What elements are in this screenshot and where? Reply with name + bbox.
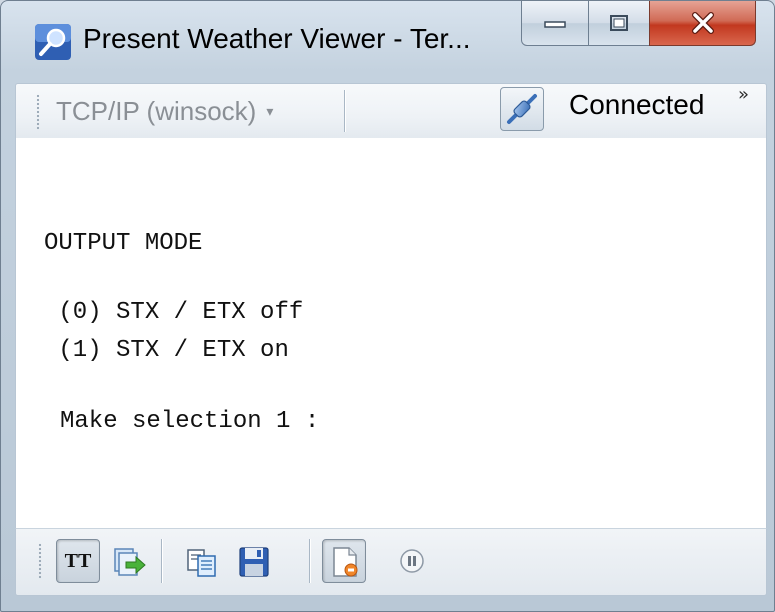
magnifier-icon[interactable] bbox=[35, 24, 71, 60]
caption-buttons bbox=[521, 1, 756, 47]
terminal-output[interactable]: OUTPUT MODE (0) STX / ETX off (1) STX / … bbox=[15, 138, 767, 528]
plug-connector-icon bbox=[507, 94, 537, 124]
maximize-icon bbox=[610, 15, 628, 31]
terminal-line: OUTPUT MODE bbox=[44, 230, 203, 257]
toolbar-grip[interactable] bbox=[36, 94, 40, 130]
terminal-toolbar: TT bbox=[15, 528, 767, 596]
save-icon bbox=[239, 547, 269, 577]
maximize-button[interactable] bbox=[588, 1, 650, 46]
text-mode-button[interactable]: TT bbox=[56, 539, 100, 583]
toolbar-grip[interactable] bbox=[38, 543, 42, 579]
title-bar[interactable]: Present Weather Viewer - Ter... bbox=[1, 1, 774, 83]
toolbar-separator bbox=[344, 90, 345, 132]
connect-button[interactable] bbox=[500, 87, 544, 131]
app-window: Present Weather Viewer - Ter... TCP/IP (… bbox=[0, 0, 775, 612]
minimize-button[interactable] bbox=[521, 1, 589, 46]
connection-status: Connected bbox=[569, 89, 705, 120]
minimize-icon bbox=[544, 21, 566, 28]
terminal-line: Make selection 1 : bbox=[60, 408, 320, 435]
connection-type-dropdown[interactable]: TCP/IP (winsock) ▾ bbox=[56, 92, 273, 130]
close-icon bbox=[691, 12, 714, 34]
send-file-icon bbox=[114, 548, 146, 576]
window-title: Present Weather Viewer - Ter... bbox=[83, 23, 471, 54]
copy-icon bbox=[187, 549, 216, 577]
toolbar-separator bbox=[161, 539, 162, 583]
close-button[interactable] bbox=[649, 1, 756, 46]
terminal-line: (1) STX / ETX on bbox=[44, 337, 289, 364]
toolbar-separator bbox=[309, 539, 310, 583]
chevron-down-icon: ▾ bbox=[266, 102, 274, 119]
terminal-line: (0) STX / ETX off bbox=[44, 299, 304, 326]
save-button[interactable] bbox=[231, 539, 275, 583]
send-file-button[interactable] bbox=[106, 539, 150, 583]
connection-toolbar: TCP/IP (winsock) ▾ Connected » bbox=[15, 83, 767, 139]
copy-button[interactable] bbox=[179, 539, 223, 583]
text-mode-icon: TT bbox=[64, 550, 92, 572]
toolbar-overflow-icon[interactable]: » bbox=[738, 84, 749, 105]
connection-type-value: TCP/IP (winsock) bbox=[56, 95, 257, 126]
pause-button[interactable] bbox=[390, 539, 434, 583]
log-file-button[interactable] bbox=[322, 539, 366, 583]
log-file-icon bbox=[333, 547, 358, 577]
pause-icon bbox=[400, 549, 424, 573]
